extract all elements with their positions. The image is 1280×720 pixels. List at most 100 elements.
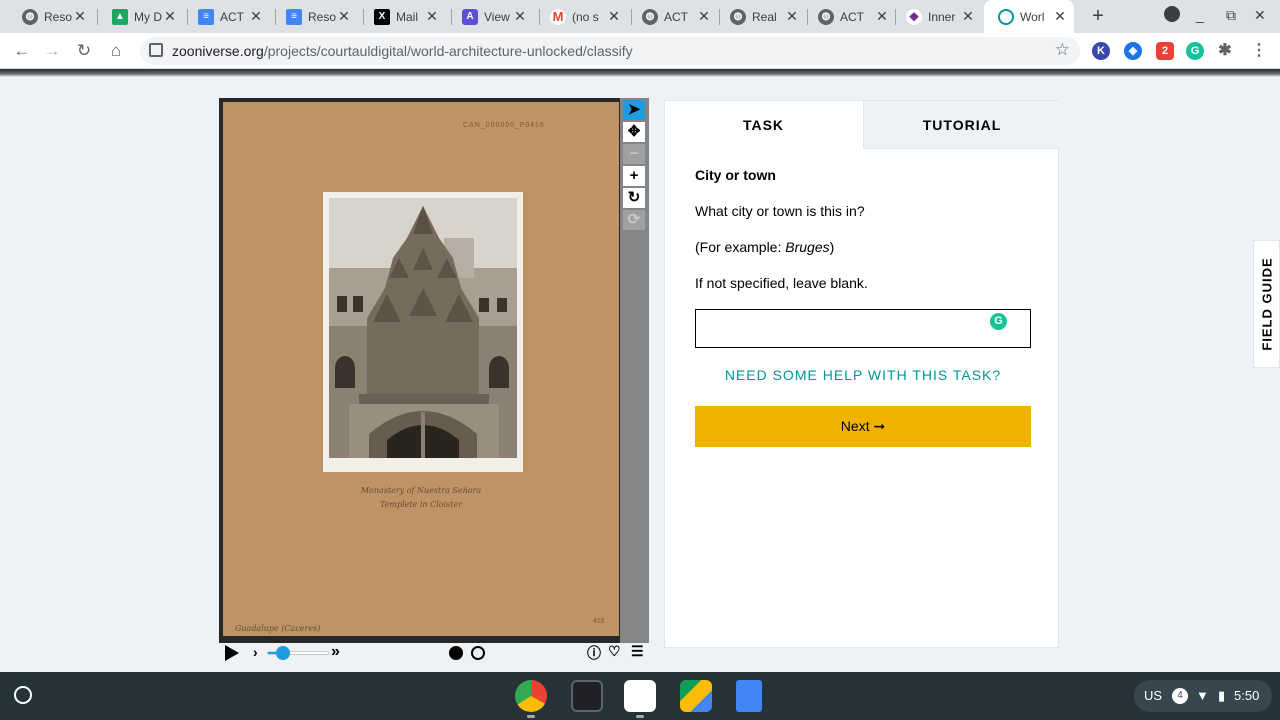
- bookmark-star-icon[interactable]: ☆: [1055, 40, 1070, 60]
- globe-icon: ◍: [22, 8, 38, 25]
- back-icon[interactable]: ←: [10, 39, 34, 63]
- url-text: zooniverse.org/projects/courtauldigital/…: [172, 43, 633, 59]
- gmail-app-icon[interactable]: [624, 680, 656, 712]
- address-bar[interactable]: zooniverse.org/projects/courtauldigital/…: [140, 37, 1080, 65]
- zoom-out-icon[interactable]: −: [623, 144, 645, 164]
- browser-tab[interactable]: ≡ ACT ✕: [184, 0, 270, 33]
- grammarly-icon[interactable]: G: [990, 313, 1007, 330]
- google-drive-app-icon[interactable]: [680, 680, 712, 712]
- field-guide-tab[interactable]: FIELD GUIDE: [1253, 240, 1280, 368]
- faster-icon[interactable]: »: [331, 643, 340, 661]
- subject-viewer[interactable]: CAN_000000_F0416 Monastery of Nuestra Se…: [219, 98, 649, 643]
- card-caption-line2: Templete in Cloister: [379, 500, 463, 509]
- browser-tab[interactable]: ▲ My D ✕: [98, 0, 184, 33]
- close-icon[interactable]: ✕: [424, 8, 440, 25]
- browser-tab[interactable]: ◍ Real ✕: [716, 0, 806, 33]
- puzzle-extension-icon[interactable]: ✱: [1216, 42, 1234, 60]
- battery-icon: ▮: [1218, 688, 1226, 703]
- tab-label: ACT: [664, 9, 688, 24]
- calculator-app-icon[interactable]: [571, 680, 603, 712]
- close-icon[interactable]: ✕: [248, 8, 264, 25]
- architecture-photo: [329, 198, 517, 458]
- chrome-app-icon[interactable]: [515, 680, 547, 712]
- profile-dropdown-icon[interactable]: [1164, 6, 1180, 22]
- photo-mount: [323, 192, 523, 472]
- tab-label: ACT: [840, 9, 864, 24]
- x-mail-icon: X: [374, 8, 390, 25]
- help-link[interactable]: NEED SOME HELP WITH THIS TASK?: [695, 367, 1031, 383]
- tab-label: Inner: [928, 9, 956, 24]
- reload-icon[interactable]: ↻: [72, 39, 96, 63]
- site-header-strip: [0, 69, 1280, 77]
- annotate-pointer-icon[interactable]: ➤: [623, 100, 645, 120]
- rotate-icon[interactable]: ↻: [623, 188, 645, 208]
- close-icon[interactable]: ✕: [874, 8, 890, 25]
- browser-tab-active[interactable]: Worl ✕: [984, 0, 1074, 33]
- restore-icon[interactable]: ⧉: [1226, 7, 1236, 24]
- k-extension-icon[interactable]: K: [1092, 42, 1110, 60]
- tab-task[interactable]: TASK: [665, 101, 862, 149]
- close-icon[interactable]: ✕: [784, 8, 800, 25]
- move-pan-icon[interactable]: ✥: [623, 122, 645, 142]
- home-icon[interactable]: ⌂: [104, 39, 128, 63]
- slower-icon[interactable]: ›: [253, 644, 258, 660]
- tab-tutorial[interactable]: TUTORIAL: [863, 101, 1060, 149]
- close-icon[interactable]: ✕: [960, 8, 976, 25]
- zooniverse-icon: [998, 8, 1014, 25]
- zoom-in-icon[interactable]: +: [623, 166, 645, 186]
- menu-kebab-icon[interactable]: ⋮: [1250, 42, 1268, 60]
- shield-extension-icon[interactable]: ◈: [1124, 42, 1142, 60]
- close-icon[interactable]: ✕: [72, 8, 88, 25]
- browser-tab[interactable]: ◍ ACT ✕: [804, 0, 896, 33]
- answer-textarea[interactable]: G: [695, 309, 1031, 348]
- tab-label: Mail: [396, 9, 419, 24]
- play-icon[interactable]: [225, 645, 239, 661]
- close-icon[interactable]: ✕: [1052, 8, 1068, 25]
- close-icon[interactable]: ✕: [696, 8, 712, 25]
- browser-tab[interactable]: ◍ Reso ✕: [8, 0, 94, 33]
- close-icon[interactable]: ✕: [606, 8, 622, 25]
- tab-label: ACT: [220, 9, 244, 24]
- gmail-icon: M: [550, 8, 566, 25]
- question-text: What city or town is this in?: [695, 203, 865, 219]
- globe-icon: ◍: [730, 8, 746, 25]
- collections-list-icon[interactable]: ☰: [631, 643, 644, 660]
- browser-tab[interactable]: ❖ Inner ✕: [892, 0, 982, 33]
- browser-tab[interactable]: X Mail ✕: [360, 0, 446, 33]
- minimize-icon[interactable]: _: [1196, 7, 1204, 23]
- reset-icon[interactable]: ⟳: [623, 210, 645, 230]
- wifi-icon: ▼: [1196, 688, 1209, 703]
- globe-icon: ◍: [642, 8, 658, 25]
- frame-dot-2[interactable]: [471, 646, 485, 660]
- tab-label: (no s: [572, 9, 599, 24]
- close-icon[interactable]: ✕: [162, 8, 178, 25]
- browser-tab[interactable]: ◍ ACT ✕: [628, 0, 718, 33]
- tab-label: View: [484, 9, 510, 24]
- browser-tab[interactable]: ≡ Reso ✕: [272, 0, 358, 33]
- next-button[interactable]: Next ➞: [695, 406, 1031, 447]
- badge-extension-icon[interactable]: 2: [1156, 42, 1174, 60]
- browser-tab[interactable]: M (no s ✕: [536, 0, 628, 33]
- globe-icon: ◍: [818, 8, 834, 25]
- notification-count: 4: [1172, 688, 1188, 704]
- google-drive-icon: ▲: [112, 8, 128, 25]
- close-icon[interactable]: ✕: [512, 8, 528, 25]
- new-tab-button[interactable]: +: [1086, 4, 1110, 28]
- close-icon[interactable]: ✕: [336, 8, 352, 25]
- archive-card: CAN_000000_F0416 Monastery of Nuestra Se…: [223, 102, 619, 636]
- status-tray[interactable]: US 4 ▼ ▮ 5:50: [1134, 680, 1272, 712]
- browser-tab[interactable]: A View ✕: [448, 0, 534, 33]
- info-icon[interactable]: ⓘ: [587, 643, 601, 663]
- question-title: City or town: [695, 167, 776, 183]
- close-window-icon[interactable]: ✕: [1254, 7, 1266, 24]
- field-guide-label: FIELD GUIDE: [1259, 257, 1274, 351]
- google-docs-app-icon[interactable]: [736, 680, 762, 712]
- grammarly-extension-icon[interactable]: G: [1186, 42, 1204, 60]
- favorite-heart-icon[interactable]: ♡: [608, 643, 621, 660]
- launcher-icon[interactable]: [14, 686, 32, 704]
- site-info-icon[interactable]: [149, 43, 163, 57]
- google-docs-icon: ≡: [198, 8, 214, 25]
- speed-slider-thumb[interactable]: [275, 646, 290, 660]
- forward-icon[interactable]: →: [40, 39, 64, 63]
- frame-dot-1[interactable]: [449, 646, 463, 660]
